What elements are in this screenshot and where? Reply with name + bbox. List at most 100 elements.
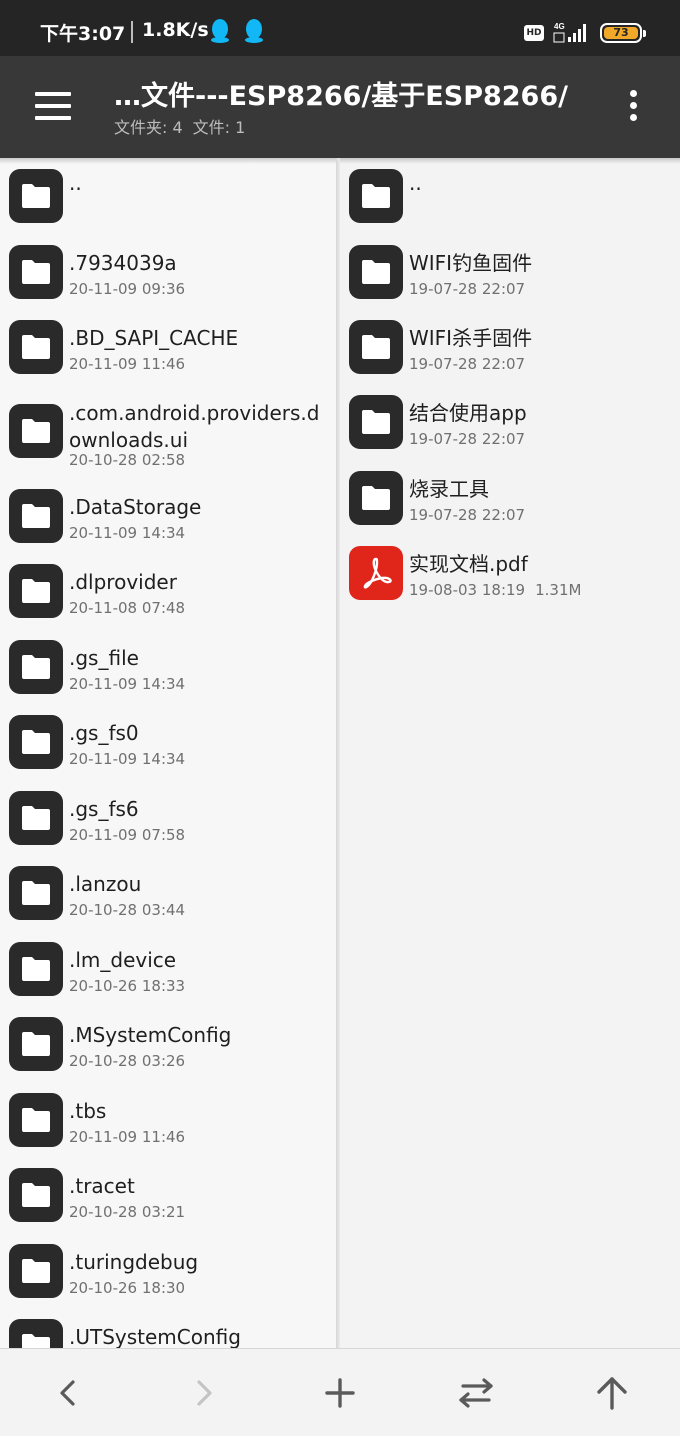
hamburger-icon (35, 92, 71, 96)
item-name: .UTSystemConfig (69, 1325, 241, 1348)
item-meta: 20-10-26 18:30 (69, 1279, 185, 1297)
menu-button[interactable] (24, 80, 80, 136)
file-list-item[interactable]: WIFI杀手固件 19-07-28 22:07 (340, 309, 680, 385)
parent-folder-button[interactable] (590, 1371, 634, 1415)
item-name: WIFI钓鱼固件 (409, 251, 533, 275)
item-date: 19-07-28 22:07 (409, 430, 526, 448)
file-list-item[interactable]: .lm_device 20-10-26 18:33 (0, 931, 338, 1007)
file-list-item[interactable]: .lanzou 20-10-28 03:44 (0, 855, 338, 931)
item-meta: 19-07-28 22:07 (409, 430, 525, 448)
item-name: .gs_fs0 (69, 721, 139, 745)
file-list-item[interactable]: .tbs 20-11-09 11:46 (0, 1082, 338, 1158)
item-meta: 20-10-26 18:33 (69, 977, 185, 995)
item-name: .7934039a (69, 251, 177, 275)
item-meta: 20-11-09 11:46 (69, 355, 185, 373)
file-list-item[interactable]: WIFI钓鱼固件 19-07-28 22:07 (340, 234, 680, 310)
item-date: 20-11-09 11:46 (69, 355, 186, 373)
folder-icon (349, 245, 403, 299)
item-name: .MSystemConfig (69, 1023, 232, 1047)
folder-count: 文件夹: 4 (114, 118, 183, 137)
parent-directory-row[interactable]: .. (0, 158, 338, 234)
item-name: .turingdebug (69, 1250, 199, 1274)
item-meta: 20-11-09 14:34 (69, 675, 185, 693)
folder-icon (349, 395, 403, 449)
folder-icon (349, 471, 403, 525)
item-meta: 20-10-28 03:21 (69, 1203, 185, 1221)
item-date: 20-11-09 09:36 (69, 280, 186, 298)
parent-directory-row[interactable]: .. (340, 158, 680, 234)
item-meta: 19-07-28 22:07 (409, 355, 525, 373)
file-list-item[interactable]: 结合使用app 19-07-28 22:07 (340, 384, 680, 460)
item-name: 实现文档.pdf (409, 552, 528, 576)
item-name: .. (409, 171, 422, 195)
add-icon (325, 1378, 355, 1408)
item-name: .lm_device (69, 948, 177, 972)
more-vert-icon (630, 90, 637, 97)
item-date: 20-10-28 03:21 (69, 1203, 186, 1221)
folder-icon (9, 245, 63, 299)
item-name: .BD_SAPI_CACHE (69, 326, 239, 350)
item-meta: 19-07-28 22:07 (409, 280, 525, 298)
current-path-title[interactable]: …文件---ESP8266/基于ESP8266/ (114, 74, 594, 113)
item-meta: 20-11-09 14:34 (69, 524, 185, 542)
item-meta: 19-08-03 18:19 1.31M (409, 581, 581, 599)
parent-folder-icon (597, 1377, 627, 1410)
forward-button[interactable] (182, 1371, 226, 1415)
item-name: 烧录工具 (409, 477, 489, 501)
item-name: .DataStorage (69, 495, 202, 519)
qq-notification-icon (211, 19, 229, 43)
item-date: 19-08-03 18:19 (409, 581, 526, 599)
item-size: 1.31M (535, 581, 582, 599)
folder-icon (9, 791, 63, 845)
item-meta: 20-11-09 11:46 (69, 1128, 185, 1146)
item-date: 20-10-26 18:30 (69, 1279, 186, 1297)
status-bar: 下午3:07 1.8K/s HD 4G 73 (0, 0, 680, 56)
folder-icon (349, 169, 403, 223)
folder-icon (9, 489, 63, 543)
file-list-item[interactable]: .com.android.providers.downloads.ui 20-10… (0, 384, 338, 478)
overflow-menu-button[interactable] (620, 84, 648, 128)
item-name: .com.android.providers.downloads.ui (69, 401, 320, 452)
item-meta: 20-11-09 14:34 (69, 750, 185, 768)
add-button[interactable] (318, 1371, 362, 1415)
file-list-item[interactable]: .gs_fs6 20-11-09 07:58 (0, 780, 338, 856)
file-list-item[interactable]: .MSystemConfig 20-10-28 03:26 (0, 1006, 338, 1082)
file-list-item[interactable]: .gs_fs0 20-11-09 14:34 (0, 704, 338, 780)
folder-icon (9, 942, 63, 996)
forward-arrow-icon (197, 1380, 212, 1406)
item-date: 20-11-09 14:34 (69, 675, 186, 693)
file-list-item[interactable]: 实现文档.pdf 19-08-03 18:19 1.31M (340, 535, 680, 611)
item-date: 20-10-28 02:58 (69, 451, 186, 469)
item-date: 20-11-09 14:34 (69, 750, 186, 768)
file-list-item[interactable]: .tracet 20-10-28 03:21 (0, 1157, 338, 1233)
bottom-toolbar (0, 1348, 680, 1436)
item-date: 19-07-28 22:07 (409, 506, 526, 524)
item-date: 20-10-28 03:26 (69, 1052, 186, 1070)
file-list-item[interactable]: .BD_SAPI_CACHE 20-11-09 11:46 (0, 309, 338, 385)
right-file-pane[interactable]: .. WIFI钓鱼固件 19-07-28 22:07 WIFI杀手固件 19-07-28… (340, 158, 680, 1348)
file-list-item[interactable]: .UTSystemConfig (0, 1308, 338, 1348)
battery-icon: 73 (600, 23, 646, 43)
file-list-item[interactable]: 烧录工具 19-07-28 22:07 (340, 460, 680, 536)
file-list-item[interactable]: .DataStorage 20-11-09 14:34 (0, 478, 338, 554)
item-date: 19-07-28 22:07 (409, 355, 526, 373)
folder-icon (349, 320, 403, 374)
folder-icon (9, 1168, 63, 1222)
item-name: .tbs (69, 1099, 107, 1123)
network-speed: 1.8K/s (142, 19, 209, 41)
folder-icon (9, 404, 63, 458)
file-list-item[interactable]: .turingdebug 20-10-26 18:30 (0, 1233, 338, 1309)
file-list-item[interactable]: .gs_file 20-11-09 14:34 (0, 629, 338, 705)
swap-panes-button[interactable] (454, 1371, 498, 1415)
left-file-pane[interactable]: .. .7934039a 20-11-09 09:36 .BD_SAPI_CACHE 2… (0, 158, 338, 1348)
item-date: 20-10-26 18:33 (69, 977, 186, 995)
file-list-item[interactable]: .7934039a 20-11-09 09:36 (0, 234, 338, 310)
item-meta: 20-10-28 02:58 (69, 451, 185, 469)
item-name: .lanzou (69, 872, 142, 896)
folder-icon (9, 1093, 63, 1147)
battery-level: 73 (604, 27, 638, 39)
file-list-item[interactable]: .dlprovider 20-11-08 07:48 (0, 553, 338, 629)
item-date: 20-11-09 11:46 (69, 1128, 186, 1146)
folder-icon (9, 715, 63, 769)
back-button[interactable] (46, 1371, 90, 1415)
